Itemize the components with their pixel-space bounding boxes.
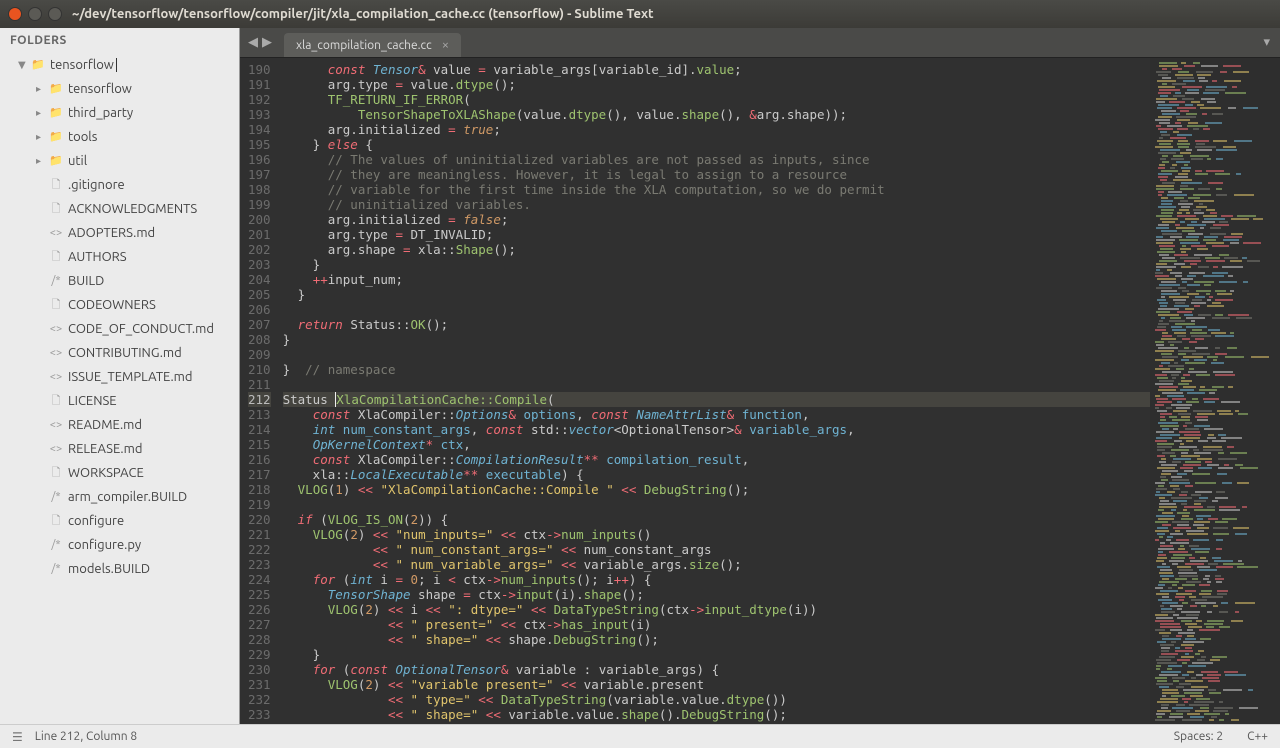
file-item[interactable]: <>README.md xyxy=(0,415,239,435)
minimap[interactable] xyxy=(1150,58,1280,724)
nav-back-icon[interactable]: ◀ xyxy=(248,35,258,50)
panel-toggle-icon[interactable]: ☰ xyxy=(12,730,23,744)
status-language[interactable]: C++ xyxy=(1247,730,1268,743)
status-position[interactable]: Line 212, Column 8 xyxy=(35,730,137,743)
file-item[interactable]: /*BUILD xyxy=(0,271,239,291)
file-item[interactable]: 🗋LICENSE xyxy=(0,391,239,411)
folder-item[interactable]: ▸📁util xyxy=(0,151,239,171)
folder-root[interactable]: ▼📁tensorflow xyxy=(0,55,239,75)
folder-item[interactable]: ▸📁third_party xyxy=(0,103,239,123)
file-item[interactable]: 🗋WORKSPACE xyxy=(0,463,239,483)
window-titlebar: ~/dev/tensorflow/tensorflow/compiler/jit… xyxy=(0,0,1280,28)
nav-forward-icon[interactable]: ▶ xyxy=(262,35,272,50)
file-item[interactable]: /*models.BUILD xyxy=(0,559,239,579)
file-item[interactable]: /*arm_compiler.BUILD xyxy=(0,487,239,507)
file-item[interactable]: <>RELEASE.md xyxy=(0,439,239,459)
tab-close-icon[interactable]: × xyxy=(442,38,449,52)
tab-label: xla_compilation_cache.cc xyxy=(296,39,432,52)
tab-strip: ◀ ▶ xla_compilation_cache.cc × ▾ xyxy=(240,28,1280,58)
file-item[interactable]: <>ADOPTERS.md xyxy=(0,223,239,243)
file-item[interactable]: <>CONTRIBUTING.md xyxy=(0,343,239,363)
code-editor[interactable]: const Tensor& value = variable_args[vari… xyxy=(283,58,1150,724)
status-bar: ☰ Line 212, Column 8 Spaces: 2 C++ xyxy=(0,724,1280,748)
window-close-button[interactable] xyxy=(8,7,22,21)
file-item[interactable]: <>CODE_OF_CONDUCT.md xyxy=(0,319,239,339)
status-indent[interactable]: Spaces: 2 xyxy=(1174,730,1223,743)
window-title: ~/dev/tensorflow/tensorflow/compiler/jit… xyxy=(72,7,654,21)
file-item[interactable]: <>ISSUE_TEMPLATE.md xyxy=(0,367,239,387)
sidebar: FOLDERS ▼📁tensorflow ▸📁tensorflow ▸📁third_… xyxy=(0,28,240,724)
window-maximize-button[interactable] xyxy=(48,7,62,21)
file-item[interactable]: 🗋.gitignore xyxy=(0,175,239,195)
sidebar-header: FOLDERS xyxy=(0,28,239,53)
file-item[interactable]: 🗋AUTHORS xyxy=(0,247,239,267)
line-gutter: 1901911921931941951961971981992002012022… xyxy=(240,58,283,724)
editor-tab[interactable]: xla_compilation_cache.cc × xyxy=(284,33,461,57)
tab-menu-icon[interactable]: ▾ xyxy=(1263,35,1270,50)
window-minimize-button[interactable] xyxy=(28,7,42,21)
folder-item[interactable]: ▸📁tensorflow xyxy=(0,79,239,99)
file-item[interactable]: 🗋ACKNOWLEDGMENTS xyxy=(0,199,239,219)
folder-item[interactable]: ▸📁tools xyxy=(0,127,239,147)
file-item[interactable]: 🗋configure xyxy=(0,511,239,531)
file-item[interactable]: 🗋CODEOWNERS xyxy=(0,295,239,315)
file-item[interactable]: /*configure.py xyxy=(0,535,239,555)
